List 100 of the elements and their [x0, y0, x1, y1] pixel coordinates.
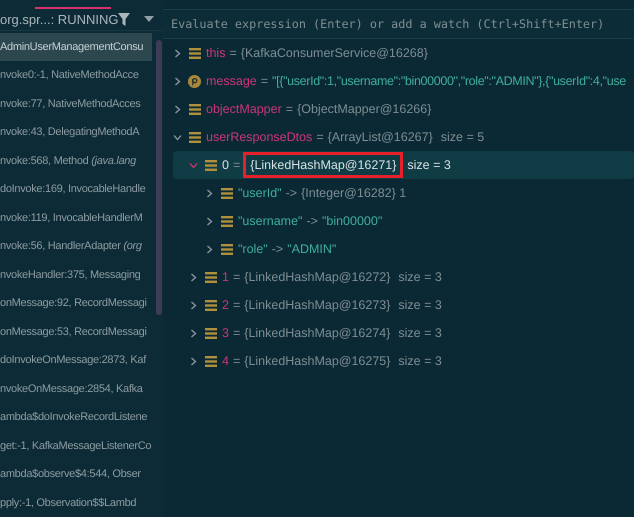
- list-icon: [220, 216, 232, 226]
- stack-frame[interactable]: ambda$doInvokeRecordListene: [0, 403, 152, 432]
- separator: ->: [286, 186, 298, 200]
- separator: ->: [272, 242, 284, 256]
- size-label: size = 5: [440, 130, 484, 144]
- variable-row[interactable]: "userId" -> {Integer@16282} 1: [173, 179, 634, 207]
- list-icon: [220, 188, 232, 198]
- size-label: size = 3: [398, 270, 442, 284]
- separator: ->: [306, 214, 318, 228]
- variable-value: {KafkaConsumerService@16268}: [240, 46, 428, 60]
- variable-value: {LinkedHashMap@16275}: [244, 354, 390, 368]
- stack-frame[interactable]: nvoke:43, DelegatingMethodA: [0, 118, 152, 146]
- variable-value: {LinkedHashMap@16274}: [244, 326, 390, 340]
- separator: =: [232, 298, 240, 312]
- separator: =: [232, 326, 240, 340]
- stack-frame[interactable]: nvoke:119, InvocableHandlerM: [0, 204, 152, 232]
- list-icon: [204, 300, 216, 310]
- variable-row[interactable]: 0 = {LinkedHashMap@16271} size = 3: [173, 151, 634, 179]
- variable-value: "ADMIN": [287, 242, 336, 256]
- variable-name: "username": [238, 214, 302, 228]
- variable-row[interactable]: 1 = {LinkedHashMap@16272} size = 3: [173, 263, 634, 291]
- parameter-icon: [188, 74, 201, 88]
- filter-icon[interactable]: [118, 12, 130, 26]
- expand-chevron-icon[interactable]: [189, 300, 198, 310]
- stack-frame[interactable]: get:-1, KafkaMessageListenerCo: [0, 432, 152, 460]
- expand-chevron-icon[interactable]: [173, 104, 182, 114]
- separator: =: [260, 74, 268, 88]
- variable-name: "role": [238, 242, 268, 256]
- stack-frame[interactable]: nvokeHandler:375, Messaging: [0, 260, 152, 289]
- stack-frame[interactable]: doInvokeOnMessage:2873, Kaf: [0, 346, 152, 374]
- variable-value: "bin00000": [322, 214, 382, 228]
- variable-value: {ArrayList@16267}: [328, 130, 433, 144]
- variable-name: objectMapper: [206, 102, 282, 116]
- separator: =: [229, 46, 237, 60]
- evaluate-expression-field[interactable]: Evaluate expression (Enter) or add a watch (Ctrl+Shift+Enter): [163, 9, 634, 39]
- variable-name: 0: [222, 158, 229, 172]
- variable-value: {ObjectMapper@16266}: [297, 102, 432, 116]
- size-label: size = 3: [398, 326, 442, 340]
- stack-frame[interactable]: pply:-1, Observation$$Lambd: [0, 488, 152, 517]
- expand-chevron-icon[interactable]: [205, 244, 214, 254]
- list-icon: [220, 244, 232, 254]
- variable-row[interactable]: 3 = {LinkedHashMap@16274} size = 3: [173, 319, 634, 347]
- variable-value: {Integer@16282} 1: [301, 186, 406, 200]
- list-icon: [188, 48, 200, 58]
- variable-name: 4: [222, 354, 229, 368]
- dropdown-caret-icon[interactable]: [144, 16, 154, 22]
- separator: =: [232, 270, 240, 284]
- scrollbar[interactable]: [156, 40, 162, 315]
- variable-name: 2: [222, 298, 229, 312]
- variable-row[interactable]: "username" -> "bin00000": [173, 207, 634, 235]
- variable-name: message: [206, 74, 257, 88]
- variable-name: "userId": [238, 186, 282, 200]
- expand-chevron-icon[interactable]: [189, 356, 198, 366]
- list-icon: [188, 132, 200, 142]
- stack-frame[interactable]: nvoke:568, Method (java.lang: [0, 146, 152, 175]
- variable-value: {LinkedHashMap@16272}: [244, 270, 390, 284]
- variable-name: userResponseDtos: [206, 130, 312, 144]
- size-label: size = 3: [398, 298, 442, 312]
- expand-chevron-icon[interactable]: [173, 76, 182, 86]
- separator: =: [286, 102, 294, 116]
- variable-row[interactable]: 4 = {LinkedHashMap@16275} size = 3: [173, 347, 634, 375]
- expand-chevron-icon[interactable]: [173, 48, 182, 58]
- stack-frame[interactable]: ambda$observe$4:544, Obser: [0, 460, 152, 488]
- stack-frame[interactable]: onMessage:53, RecordMessagi: [0, 318, 152, 346]
- variable-row[interactable]: message = "[{"userId":1,"username":"bin00000","role":"ADMIN"},{"userId":4,"use: [173, 67, 634, 95]
- separator: =: [232, 354, 240, 368]
- stack-frame[interactable]: doInvoke:169, InvocableHandle: [0, 175, 152, 204]
- expand-chevron-icon[interactable]: [189, 328, 198, 338]
- size-label: size = 3: [407, 158, 451, 172]
- list-icon: [188, 104, 200, 114]
- variable-row[interactable]: objectMapper = {ObjectMapper@16266}: [173, 95, 634, 123]
- list-icon: [204, 272, 216, 282]
- variable-row[interactable]: userResponseDtos = {ArrayList@16267} size = 5: [173, 123, 634, 151]
- expand-chevron-icon[interactable]: [205, 216, 214, 226]
- separator: =: [232, 158, 240, 172]
- variable-name: 1: [222, 270, 229, 284]
- stack-frame[interactable]: nvoke:56, HandlerAdapter (org: [0, 232, 152, 260]
- variable-name: 3: [222, 326, 229, 340]
- separator: =: [316, 130, 324, 144]
- stack-frame[interactable]: nvoke0:-1, NativeMethodAcce: [0, 61, 152, 90]
- list-icon: [204, 328, 216, 338]
- thread-status: org.spr...: RUNNING: [0, 12, 118, 27]
- size-label: size = 3: [398, 354, 442, 368]
- variable-value: "[{"userId":1,"username":"bin00000","role":"ADMIN"},{"userId":4,"use: [272, 74, 626, 88]
- collapse-chevron-icon[interactable]: [173, 132, 182, 142]
- highlighted-value: {LinkedHashMap@16271}: [243, 152, 404, 178]
- list-icon: [204, 356, 216, 366]
- variable-row[interactable]: 2 = {LinkedHashMap@16273} size = 3: [173, 291, 634, 319]
- stack-frame[interactable]: onMessage:92, RecordMessagi: [0, 289, 152, 318]
- expand-chevron-icon[interactable]: [205, 188, 214, 198]
- stack-frame[interactable]: AdminUserManagementConsu: [0, 32, 152, 61]
- variable-row[interactable]: "role" -> "ADMIN": [173, 235, 634, 263]
- variable-value: {LinkedHashMap@16273}: [244, 298, 390, 312]
- stack-frame[interactable]: nvoke:77, NativeMethodAcces: [0, 90, 152, 118]
- collapse-chevron-icon[interactable]: [189, 160, 198, 170]
- variable-name: this: [206, 46, 226, 60]
- variable-row[interactable]: this = {KafkaConsumerService@16268}: [173, 39, 634, 67]
- list-icon: [204, 160, 216, 170]
- stack-frame[interactable]: nvokeOnMessage:2854, Kafka: [0, 374, 152, 403]
- expand-chevron-icon[interactable]: [189, 272, 198, 282]
